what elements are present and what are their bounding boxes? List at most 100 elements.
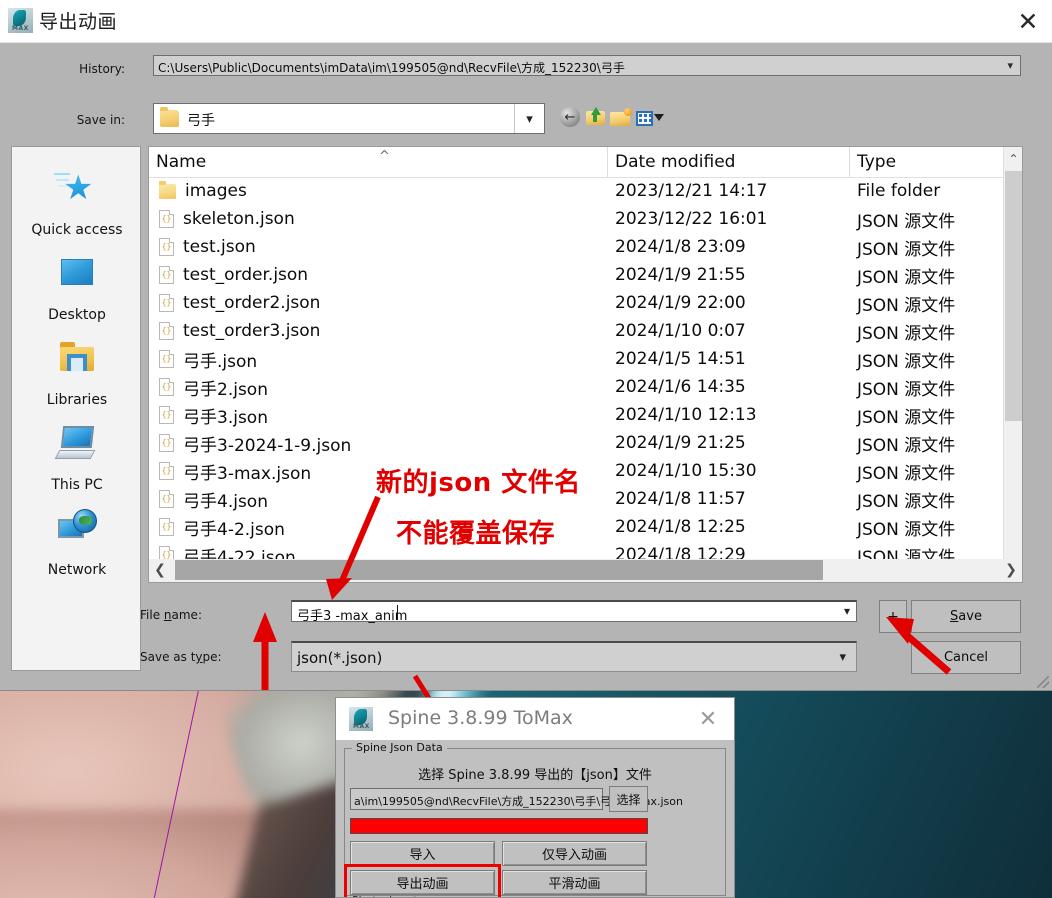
type-cell: JSON 源文件 — [857, 491, 956, 512]
date-modified-cell: 2024/1/10 0:07 — [615, 321, 746, 341]
table-row[interactable]: {} 弓手3.json 2024/1/10 12:13 JSON 源文件 — [149, 401, 1005, 429]
folder-icon — [160, 107, 179, 127]
scroll-left-arrow-icon[interactable]: ❮ — [149, 559, 171, 581]
file-name-cell: {} 弓手4.json — [159, 485, 268, 513]
file-name-text: 弓手4.json — [183, 491, 268, 512]
file-list[interactable]: Name Date modified Type ^ images 2023/12/… — [148, 146, 1023, 575]
table-row[interactable]: {} test_order3.json 2024/1/10 0:07 JSON 源文件 — [149, 317, 1005, 345]
close-icon[interactable]: ✕ — [1004, 0, 1052, 42]
file-name-cell: {} 弓手3.json — [159, 401, 268, 429]
add-button[interactable]: + — [879, 600, 907, 633]
spine-json-path-input[interactable]: a\im\199505@nd\RecvFile\方成_152230\弓手\弓手3… — [350, 788, 683, 810]
json-file-icon: {} — [159, 434, 174, 452]
save-button-label: ave — [958, 609, 982, 624]
table-row[interactable]: {} 弓手.json 2024/1/5 14:51 JSON 源文件 — [149, 345, 1005, 373]
quick-access-icon — [54, 167, 100, 209]
spine-json-data-group-label: Spine Json Data — [352, 741, 447, 754]
cancel-button[interactable]: Cancel — [911, 641, 1021, 674]
table-row[interactable]: {} skeleton.json 2023/12/22 16:01 JSON 源文件 — [149, 205, 1005, 233]
horizontal-scrollbar-thumb[interactable] — [175, 560, 823, 580]
type-cell: JSON 源文件 — [857, 519, 956, 540]
file-name-label-key: n — [163, 608, 172, 622]
spine-import-animation-only-button[interactable]: 仅导入动画 — [502, 841, 647, 866]
file-name-cell: {} 弓手3-2024-1-9.json — [159, 429, 351, 457]
save-as-type-label: Save as type: — [140, 650, 225, 664]
file-name-cell: {} 弓手.json — [159, 345, 257, 373]
up-folder-icon[interactable] — [585, 107, 607, 129]
scroll-up-arrow-icon[interactable]: ⌃ — [1004, 149, 1022, 168]
table-row[interactable]: {} 弓手2.json 2024/1/6 14:35 JSON 源文件 — [149, 373, 1005, 401]
sidebar-item-label: This PC — [51, 477, 103, 493]
file-name-text: images — [185, 181, 247, 201]
desktop-icon — [54, 252, 100, 294]
chevron-down-icon[interactable] — [654, 114, 664, 121]
close-icon[interactable]: ✕ — [694, 705, 722, 733]
places-sidebar: Quick access Desktop Libraries This PC N… — [11, 146, 141, 671]
sidebar-item-quick-access[interactable]: Quick access — [12, 157, 142, 242]
save-as-type-label-post: pe: — [202, 650, 222, 664]
spine-import-button[interactable]: 导入 — [350, 841, 495, 866]
type-cell: JSON 源文件 — [857, 407, 956, 428]
dialog-titlebar: MAX 导出动画 ✕ — [0, 0, 1052, 43]
chevron-down-icon[interactable]: ▾ — [844, 604, 850, 618]
date-modified-cell: 2023/12/22 16:01 — [615, 209, 768, 229]
sidebar-item-desktop[interactable]: Desktop — [12, 242, 142, 327]
save-as-type-label-key: y — [195, 650, 203, 664]
json-file-icon: {} — [159, 210, 174, 228]
table-row[interactable]: {} test_order.json 2024/1/9 21:55 JSON 源文件 — [149, 261, 1005, 289]
chevron-down-icon[interactable]: ▾ — [1007, 59, 1013, 72]
sidebar-item-libraries[interactable]: Libraries — [12, 327, 142, 412]
json-file-icon: {} — [159, 490, 174, 508]
navigation-toolbar: ← — [558, 104, 668, 132]
table-row[interactable]: {} test_order2.json 2024/1/9 22:00 JSON 源文件 — [149, 289, 1005, 317]
spine-choose-button[interactable]: 选择 — [609, 786, 648, 812]
back-arrow-icon[interactable]: ← — [560, 107, 582, 129]
vertical-scrollbar[interactable]: ⌃ ⌄ — [1003, 147, 1022, 574]
export-animation-dialog: MAX 导出动画 ✕ History: C:\Users\Public\Docu… — [0, 0, 1052, 691]
scroll-right-arrow-icon[interactable]: ❯ — [1000, 559, 1022, 581]
this-pc-icon — [54, 422, 100, 464]
sidebar-item-label: Network — [47, 562, 107, 578]
file-name-input[interactable]: 弓手3 -max_anim ▾ — [291, 600, 857, 624]
column-header-date-modified[interactable]: Date modified — [608, 147, 850, 177]
file-rows: images 2023/12/21 14:17 File folder {} skele… — [149, 177, 1005, 569]
file-name-cell: {} test_order.json — [159, 261, 308, 289]
table-row[interactable]: {} test.json 2024/1/8 23:09 JSON 源文件 — [149, 233, 1005, 261]
resize-grip[interactable] — [1037, 676, 1049, 688]
sidebar-item-network[interactable]: Network — [12, 497, 142, 582]
sidebar-item-this-pc[interactable]: This PC — [12, 412, 142, 497]
date-modified-cell: 2024/1/10 12:13 — [615, 405, 757, 425]
file-name-text: test_order2.json — [183, 293, 321, 313]
spine-dialog-titlebar: MAX Spine 3.8.99 ToMax ✕ — [336, 698, 734, 740]
table-row[interactable]: {} 弓手4-2.json 2024/1/8 12:25 JSON 源文件 — [149, 513, 1005, 541]
save-as-type-combobox[interactable]: json(*.json) ▾ — [291, 641, 857, 672]
scrollbar-thumb[interactable] — [1005, 171, 1022, 421]
horizontal-scrollbar[interactable]: ❮ ❯ — [148, 559, 1023, 583]
file-name-cell: images — [159, 177, 247, 205]
page-title: 导出动画 — [39, 11, 118, 33]
save-in-combobox[interactable]: 弓手 ▾ — [153, 103, 545, 134]
annotation-text-line-2: 不能覆盖保存 — [396, 519, 556, 549]
3dsmax-icon: MAX — [349, 707, 373, 731]
json-file-icon: {} — [159, 266, 174, 284]
file-name-text: 弓手3-max.json — [183, 463, 312, 484]
save-button[interactable]: Save — [911, 600, 1021, 633]
new-folder-icon[interactable] — [610, 107, 632, 129]
chevron-down-icon[interactable]: ▾ — [514, 104, 544, 133]
spine-dialog-title: Spine 3.8.99 ToMax — [388, 707, 573, 729]
chevron-down-icon[interactable]: ▾ — [839, 649, 846, 665]
file-name-text: 弓手2.json — [183, 379, 268, 400]
table-row[interactable]: {} 弓手3-2024-1-9.json 2024/1/9 21:25 JSON 源文… — [149, 429, 1005, 457]
column-header-type[interactable]: Type — [850, 147, 1005, 177]
date-modified-cell: 2024/1/10 15:30 — [615, 461, 757, 481]
spine-smooth-animation-button[interactable]: 平滑动画 — [502, 870, 647, 895]
file-name-cell: {} skeleton.json — [159, 205, 295, 233]
table-row[interactable]: images 2023/12/21 14:17 File folder — [149, 177, 1005, 205]
json-file-icon: {} — [159, 518, 174, 536]
file-name-text: test_order3.json — [183, 321, 321, 341]
json-file-icon: {} — [159, 238, 174, 256]
spine-progress-bar — [350, 818, 648, 834]
history-label: History: — [79, 62, 125, 76]
history-combobox[interactable]: C:\Users\Public\Documents\imData\im\1995… — [153, 55, 1021, 76]
history-value: C:\Users\Public\Documents\imData\im\1995… — [158, 61, 625, 75]
